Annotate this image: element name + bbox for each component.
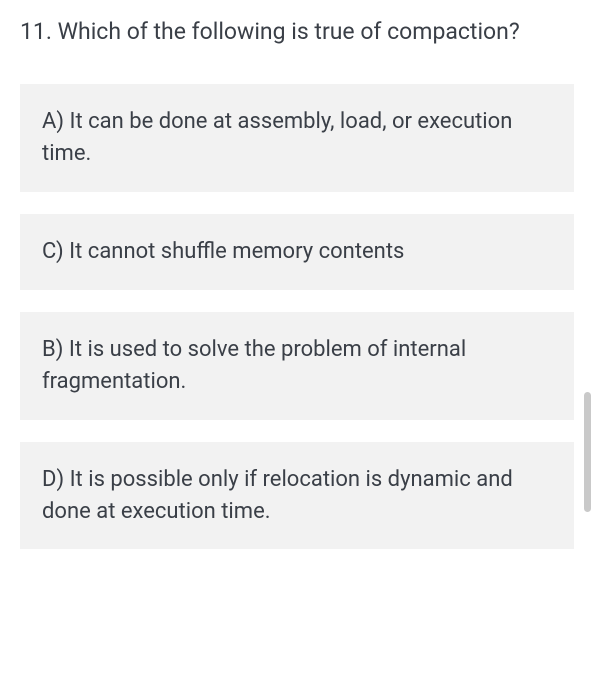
- option-b[interactable]: B) It is used to solve the problem of in…: [20, 312, 574, 420]
- option-text: It is possible only if relocation is dyn…: [42, 467, 513, 524]
- option-text: It can be done at assembly, load, or exe…: [42, 109, 512, 166]
- options-list: A) It can be done at assembly, load, or …: [20, 84, 574, 549]
- option-text: It cannot shuffle memory contents: [69, 239, 404, 264]
- option-d[interactable]: D) It is possible only if relocation is …: [20, 442, 574, 550]
- option-label: B): [42, 337, 63, 362]
- option-label: C): [42, 239, 64, 264]
- scrollbar-thumb[interactable]: [584, 392, 591, 512]
- question-text: Which of the following is true of compac…: [58, 18, 520, 45]
- question-prompt: 11. Which of the following is true of co…: [20, 16, 574, 48]
- question-number: 11.: [20, 18, 52, 45]
- option-a[interactable]: A) It can be done at assembly, load, or …: [20, 84, 574, 192]
- option-label: A): [42, 109, 64, 134]
- option-label: D): [42, 467, 64, 492]
- option-c[interactable]: C) It cannot shuffle memory contents: [20, 214, 574, 290]
- option-text: It is used to solve the problem of inter…: [42, 337, 466, 394]
